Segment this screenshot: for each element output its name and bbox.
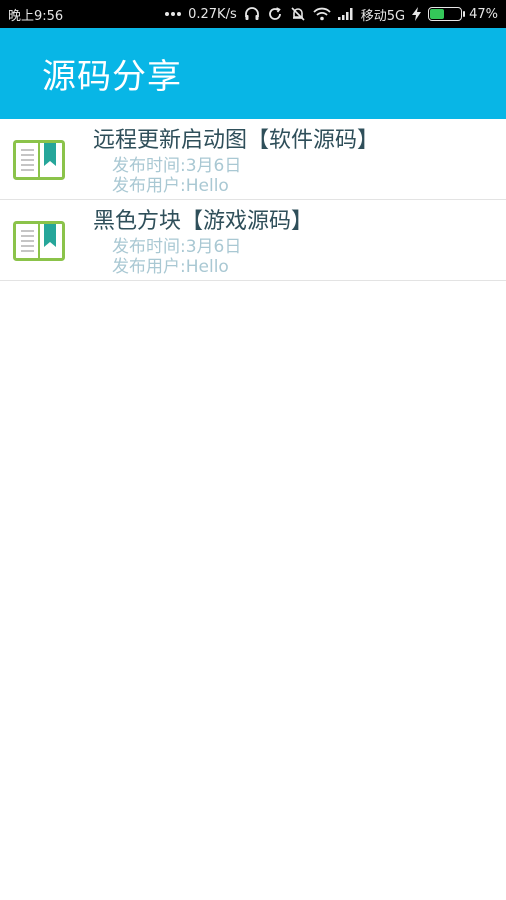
battery-level — [430, 9, 445, 19]
book-icon — [13, 221, 65, 261]
source-list: 远程更新启动图【软件源码】 发布时间:3月6日 发布用户:Hello 黑色方块【… — [0, 119, 506, 281]
more-dots-icon — [165, 11, 182, 17]
sync-icon — [267, 6, 283, 22]
battery-percent: 47% — [469, 6, 498, 22]
item-title: 黑色方块【游戏源码】 — [93, 209, 314, 234]
mute-bell-icon — [290, 6, 306, 22]
item-user: 发布用户:Hello — [112, 257, 229, 277]
item-title: 远程更新启动图【软件源码】 — [93, 128, 380, 153]
headphones-icon — [244, 6, 260, 22]
app-bar: 源码分享 — [0, 28, 506, 119]
wifi-icon — [313, 7, 331, 21]
list-item[interactable]: 黑色方块【游戏源码】 发布时间:3月6日 发布用户:Hello — [0, 200, 506, 281]
network-speed: 0.27K/s — [188, 6, 237, 22]
page-title: 源码分享 — [42, 57, 182, 97]
item-date: 发布时间:3月6日 — [112, 237, 242, 257]
item-date: 发布时间:3月6日 — [112, 156, 242, 176]
status-bar: 晚上9:56 0.27K/s 移动5G 47% — [0, 0, 506, 28]
list-item[interactable]: 远程更新启动图【软件源码】 发布时间:3月6日 发布用户:Hello — [0, 119, 506, 200]
item-user: 发布用户:Hello — [112, 176, 229, 196]
status-icons: 0.27K/s 移动5G 47% — [165, 5, 498, 24]
status-time: 晚上9:56 — [8, 8, 64, 24]
charging-icon — [412, 7, 422, 21]
book-icon — [13, 140, 65, 180]
battery-icon — [428, 7, 466, 21]
signal-icon — [337, 8, 354, 20]
carrier-label: 移动5G — [360, 8, 406, 24]
